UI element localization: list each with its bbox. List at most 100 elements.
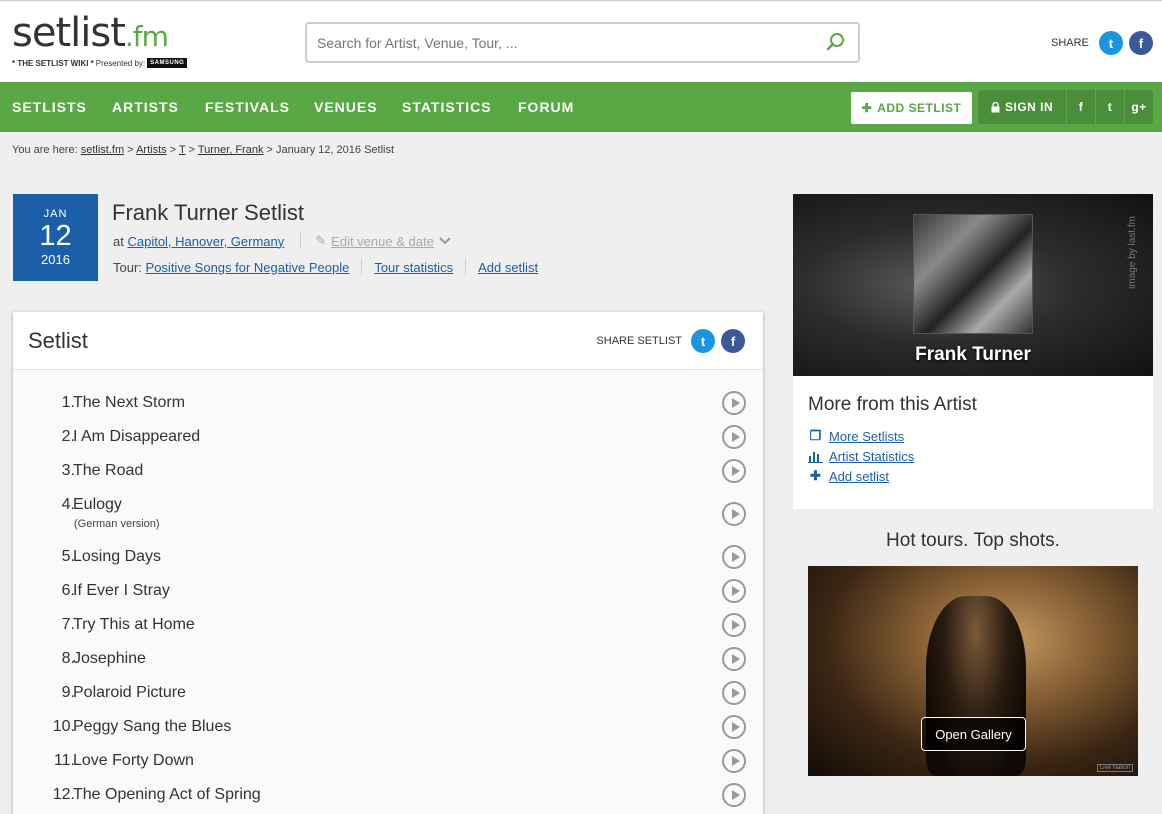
google-plus-login-icon[interactable]: g+ xyxy=(1124,90,1153,124)
song-title[interactable]: Josephine xyxy=(73,650,146,668)
play-icon[interactable] xyxy=(722,715,746,739)
add-setlist-link[interactable]: Add setlist xyxy=(478,260,538,275)
add-setlist-item[interactable]: ✚ Add setlist xyxy=(808,466,914,486)
song-item[interactable]: 4. Eulogy (German version) xyxy=(13,488,763,540)
search-icon[interactable] xyxy=(826,32,846,52)
artist-links: ❐ More Setlists Artist Statistics ✚ Add … xyxy=(808,426,914,486)
song-title[interactable]: The Road xyxy=(73,462,143,480)
song-title[interactable]: The Opening Act of Spring xyxy=(73,786,261,804)
copy-icon: ❐ xyxy=(809,428,822,443)
song-item[interactable]: 11. Love Forty Down xyxy=(13,744,763,778)
venue-link[interactable]: Capitol, Hanover, Germany xyxy=(127,234,284,249)
tour-line: Tour: Positive Songs for Negative People… xyxy=(113,259,539,275)
plus-icon: ✚ xyxy=(861,101,873,115)
play-icon[interactable] xyxy=(722,545,746,569)
nav-venues[interactable]: VENUES xyxy=(314,99,378,115)
artist-statistics-item[interactable]: Artist Statistics xyxy=(808,446,914,466)
plus-icon: ✚ xyxy=(810,468,821,483)
artist-name: Frank Turner xyxy=(915,344,1031,365)
nav-artists[interactable]: ARTISTS xyxy=(112,99,179,115)
play-icon[interactable] xyxy=(722,647,746,671)
nav-festivals[interactable]: FESTIVALS xyxy=(205,99,290,115)
song-title[interactable]: Losing Days xyxy=(73,548,161,566)
play-icon[interactable] xyxy=(722,613,746,637)
lock-icon xyxy=(991,101,1000,112)
play-icon[interactable] xyxy=(722,783,746,807)
song-item[interactable]: 2. I Am Disappeared xyxy=(13,420,763,454)
artist-image[interactable]: Frank Turner image by last.fm xyxy=(793,194,1153,376)
open-gallery-button[interactable]: Open Gallery xyxy=(921,717,1026,751)
setlist-panel: Setlist SHARE SETLIST t f 1. The Next Sto… xyxy=(13,312,763,814)
song-item[interactable]: 12. The Opening Act of Spring xyxy=(13,778,763,812)
date-year: 2016 xyxy=(41,252,70,267)
song-title[interactable]: Peggy Sang the Blues xyxy=(73,718,231,736)
edit-venue-date[interactable]: ✎ Edit venue & date xyxy=(300,233,451,249)
gallery-image[interactable]: Open Gallery Live Nation xyxy=(808,566,1138,776)
more-setlists-link[interactable]: More Setlists xyxy=(829,429,904,444)
play-icon[interactable] xyxy=(722,579,746,603)
add-setlist-sidebar-link[interactable]: Add setlist xyxy=(829,469,889,484)
song-item[interactable]: 5. Losing Days xyxy=(13,540,763,574)
twitter-share-setlist-icon[interactable]: t xyxy=(691,329,715,353)
artist-statistics-link[interactable]: Artist Statistics xyxy=(829,449,914,464)
song-item[interactable]: 10. Peggy Sang the Blues xyxy=(13,710,763,744)
search-input[interactable] xyxy=(307,24,787,61)
search-box xyxy=(305,22,860,63)
logo[interactable]: setlist.fm * THE SETLIST WIKI * Presente… xyxy=(12,10,188,68)
venue-line: at Capitol, Hanover, Germany ✎ Edit venu… xyxy=(113,233,451,249)
divider xyxy=(465,259,467,275)
song-item[interactable]: 7. Try This at Home xyxy=(13,608,763,642)
song-title[interactable]: If Ever I Stray xyxy=(73,582,170,600)
breadcrumb-artists[interactable]: Artists xyxy=(136,144,167,156)
tour-statistics-link[interactable]: Tour statistics xyxy=(374,260,453,275)
breadcrumb-letter[interactable]: T xyxy=(179,144,186,156)
more-setlists-item[interactable]: ❐ More Setlists xyxy=(808,426,914,446)
twitter-login-icon[interactable]: t xyxy=(1095,90,1124,124)
logo-wordmark: setlist.fm xyxy=(12,10,169,56)
tour-link[interactable]: Positive Songs for Negative People xyxy=(146,260,350,275)
date-month: JAN xyxy=(43,208,68,220)
facebook-share-setlist-icon[interactable]: f xyxy=(721,329,745,353)
song-title[interactable]: Try This at Home xyxy=(73,616,195,634)
share-label: SHARE xyxy=(1051,37,1089,49)
date-day: 12 xyxy=(39,220,72,252)
nav-forum[interactable]: FORUM xyxy=(518,99,574,115)
breadcrumb-setlistfm[interactable]: setlist.fm xyxy=(81,144,124,156)
pencil-icon: ✎ xyxy=(315,233,327,248)
song-title[interactable]: Eulogy xyxy=(73,496,122,514)
song-item[interactable]: 1. The Next Storm xyxy=(13,386,763,420)
main-nav: SETLISTS ARTISTS FESTIVALS VENUES STATIS… xyxy=(0,82,1162,132)
play-icon[interactable] xyxy=(722,425,746,449)
song-title[interactable]: Polaroid Picture xyxy=(73,684,186,702)
add-setlist-button[interactable]: ✚ ADD SETLIST xyxy=(851,92,972,124)
sign-in-button[interactable]: SIGN IN xyxy=(978,100,1066,114)
breadcrumb-artist[interactable]: Turner, Frank xyxy=(198,144,264,156)
play-icon[interactable] xyxy=(722,749,746,773)
song-title[interactable]: Love Forty Down xyxy=(73,752,194,770)
site-header: setlist.fm * THE SETLIST WIKI * Presente… xyxy=(0,0,1162,82)
twitter-share-icon[interactable]: t xyxy=(1098,31,1123,55)
setlist-header: Setlist SHARE SETLIST t f xyxy=(13,312,763,370)
bar-chart-icon xyxy=(808,452,823,463)
artist-photo xyxy=(913,214,1033,334)
facebook-share-icon[interactable]: f xyxy=(1128,31,1153,55)
song-item[interactable]: 8. Josephine xyxy=(13,642,763,676)
breadcrumb-current: January 12, 2016 Setlist xyxy=(276,144,395,156)
song-item[interactable]: 3. The Road xyxy=(13,454,763,488)
divider xyxy=(361,259,363,275)
play-icon[interactable] xyxy=(722,502,746,526)
song-title[interactable]: I Am Disappeared xyxy=(73,428,200,446)
song-item[interactable]: 9. Polaroid Picture xyxy=(13,676,763,710)
play-icon[interactable] xyxy=(722,681,746,705)
song-item[interactable]: 6. If Ever I Stray xyxy=(13,574,763,608)
play-icon[interactable] xyxy=(722,459,746,483)
date-badge: JAN 12 2016 xyxy=(13,194,98,281)
play-icon[interactable] xyxy=(722,391,746,415)
facebook-login-icon[interactable]: f xyxy=(1066,90,1095,124)
logo-tagline: * THE SETLIST WIKI * Presented by: SAMSU… xyxy=(12,58,188,68)
sign-in-group: SIGN IN f t g+ xyxy=(978,90,1153,124)
nav-setlists[interactable]: SETLISTS xyxy=(12,99,87,115)
song-title[interactable]: The Next Storm xyxy=(73,394,185,412)
nav-statistics[interactable]: STATISTICS xyxy=(402,99,492,115)
chevron-down-icon[interactable] xyxy=(439,237,451,245)
